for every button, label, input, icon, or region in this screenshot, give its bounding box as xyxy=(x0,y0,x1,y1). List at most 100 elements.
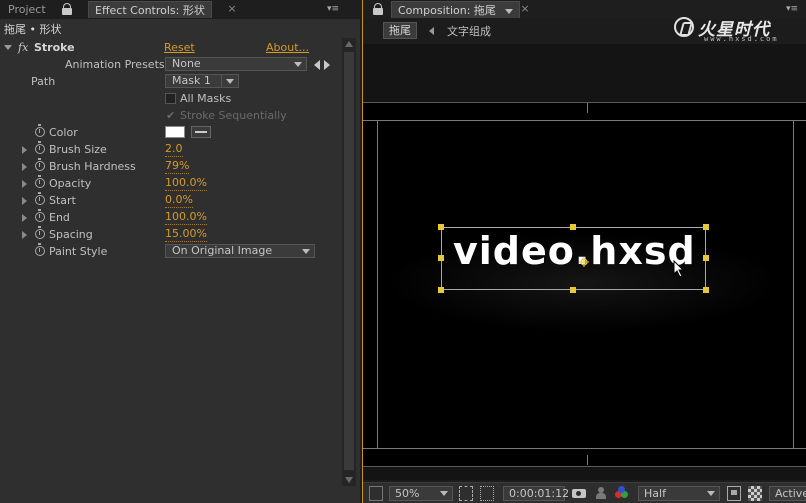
viewer-toolbar: 50% 0:00:01:12 Half Active xyxy=(363,482,806,503)
brush-hardness-value[interactable]: 79% xyxy=(165,159,190,174)
stopwatch-icon[interactable] xyxy=(35,175,45,188)
about-link[interactable]: About... xyxy=(266,39,309,56)
transform-handle[interactable] xyxy=(438,224,444,230)
transform-handle[interactable] xyxy=(438,255,444,261)
brush-hardness-label: Brush Hardness xyxy=(49,160,136,173)
stroke-sequentially-label: Stroke Sequentially xyxy=(180,109,287,122)
stopwatch-icon[interactable] xyxy=(35,209,45,222)
vertical-scrollbar[interactable] xyxy=(342,38,356,486)
grid-icon[interactable] xyxy=(459,486,473,501)
resolution-dropdown[interactable]: Half xyxy=(638,486,720,501)
title-safe-line xyxy=(363,448,806,449)
stopwatch-icon[interactable] xyxy=(35,243,45,256)
color-label: Color xyxy=(49,126,78,139)
scroll-down-icon[interactable] xyxy=(345,477,353,483)
transparency-grid-icon[interactable] xyxy=(748,486,762,501)
person-icon[interactable] xyxy=(595,486,607,501)
animation-presets-dropdown[interactable]: None xyxy=(165,57,307,71)
stopwatch-icon[interactable] xyxy=(35,124,45,137)
transform-handle[interactable] xyxy=(703,255,709,261)
expand-triangle-icon[interactable] xyxy=(22,163,27,171)
path-dropdown[interactable]: Mask 1 xyxy=(165,74,239,88)
scroll-up-icon[interactable] xyxy=(345,41,353,47)
scrollbar-thumb[interactable] xyxy=(344,52,354,470)
animation-presets-label: Animation Presets: xyxy=(65,58,169,71)
effect-header-row: fx Stroke Reset About... xyxy=(0,39,340,56)
reset-link[interactable]: Reset xyxy=(164,39,195,56)
end-label: End xyxy=(49,211,70,224)
spacing-row: Spacing 15.00% xyxy=(0,226,340,243)
close-icon[interactable]: × xyxy=(226,2,238,16)
tab-project[interactable]: Project xyxy=(2,1,52,18)
animation-presets-row: Animation Presets: None xyxy=(0,56,340,73)
transform-handle[interactable] xyxy=(438,287,444,293)
path-row: Path Mask 1 xyxy=(0,73,340,90)
stopwatch-icon[interactable] xyxy=(35,226,45,239)
panel-menu-icon[interactable]: ▾≡ xyxy=(326,3,340,15)
eyedropper-icon[interactable] xyxy=(191,126,211,138)
effect-name: Stroke xyxy=(34,41,75,54)
brush-size-value[interactable]: 2.0 xyxy=(165,142,183,157)
color-swatch[interactable] xyxy=(165,126,185,138)
timecode-field[interactable]: 0:00:01:12 xyxy=(503,486,569,501)
channels-icon[interactable] xyxy=(615,486,629,501)
anchor-point-icon[interactable] xyxy=(579,257,589,267)
expand-triangle-icon[interactable] xyxy=(22,146,27,154)
animation-presets-value: None xyxy=(172,57,201,70)
always-preview-icon[interactable] xyxy=(369,486,383,501)
zoom-value: 50% xyxy=(395,487,420,500)
check-icon: ✔ xyxy=(166,109,176,122)
end-value[interactable]: 100.0% xyxy=(165,210,207,225)
chevron-down-icon xyxy=(294,62,302,67)
expand-triangle-icon[interactable] xyxy=(22,197,27,205)
stopwatch-icon[interactable] xyxy=(35,192,45,205)
resolution-value: Half xyxy=(644,487,666,500)
expand-triangle-icon[interactable] xyxy=(22,214,27,222)
chevron-down-icon xyxy=(440,491,448,496)
expand-triangle-icon[interactable] xyxy=(22,231,27,239)
composition-viewer[interactable]: video.hxsd xyxy=(363,44,806,480)
brush-size-label: Brush Size xyxy=(49,143,107,156)
opacity-value[interactable]: 100.0% xyxy=(165,176,207,191)
stopwatch-icon[interactable] xyxy=(35,141,45,154)
all-masks-row: All Masks xyxy=(0,90,340,107)
opacity-label: Opacity xyxy=(49,177,92,190)
start-value[interactable]: 0.0% xyxy=(165,193,193,208)
chevron-down-icon xyxy=(707,491,715,496)
chevron-down-icon xyxy=(302,249,310,254)
start-label: Start xyxy=(49,194,76,207)
layer-title: 拖尾 • 形状 xyxy=(4,23,62,36)
brush-size-row: Brush Size 2.0 xyxy=(0,141,340,158)
region-of-interest-icon[interactable] xyxy=(727,486,741,501)
paint-style-row: Paint Style On Original Image xyxy=(0,243,340,260)
brush-hardness-row: Brush Hardness 79% xyxy=(0,158,340,175)
layer-stage: video.hxsd xyxy=(363,0,806,436)
transform-handle[interactable] xyxy=(703,287,709,293)
opacity-row: Opacity 100.0% xyxy=(0,175,340,192)
end-row: End 100.0% xyxy=(0,209,340,226)
composition-text-layer: video.hxsd xyxy=(453,229,696,273)
next-preset-icon[interactable] xyxy=(324,60,330,70)
transform-handle[interactable] xyxy=(570,287,576,293)
path-value: Mask 1 xyxy=(172,74,211,87)
camera-dropdown[interactable]: Active xyxy=(769,486,806,501)
left-tab-bar: Project Effect Controls: 形状 × ▾≡ xyxy=(0,0,360,19)
lock-icon[interactable] xyxy=(62,3,72,15)
start-row: Start 0.0% xyxy=(0,192,340,209)
center-tick xyxy=(587,455,588,465)
paint-style-dropdown[interactable]: On Original Image xyxy=(165,244,315,258)
previous-preset-icon[interactable] xyxy=(314,60,320,70)
mask-visibility-icon[interactable] xyxy=(480,486,494,501)
stopwatch-icon[interactable] xyxy=(35,158,45,171)
tab-effect-controls[interactable]: Effect Controls: 形状 xyxy=(88,1,212,18)
all-masks-checkbox[interactable] xyxy=(165,93,176,104)
transform-handle[interactable] xyxy=(703,224,709,230)
spacing-value[interactable]: 15.00% xyxy=(165,227,207,242)
spacing-label: Spacing xyxy=(49,228,93,241)
expand-triangle-icon[interactable] xyxy=(22,180,27,188)
all-masks-label: All Masks xyxy=(180,92,232,105)
zoom-dropdown[interactable]: 50% xyxy=(389,486,453,501)
camera-icon[interactable] xyxy=(571,486,587,501)
expand-triangle-icon[interactable] xyxy=(4,45,12,50)
fx-icon[interactable]: fx xyxy=(18,39,28,56)
